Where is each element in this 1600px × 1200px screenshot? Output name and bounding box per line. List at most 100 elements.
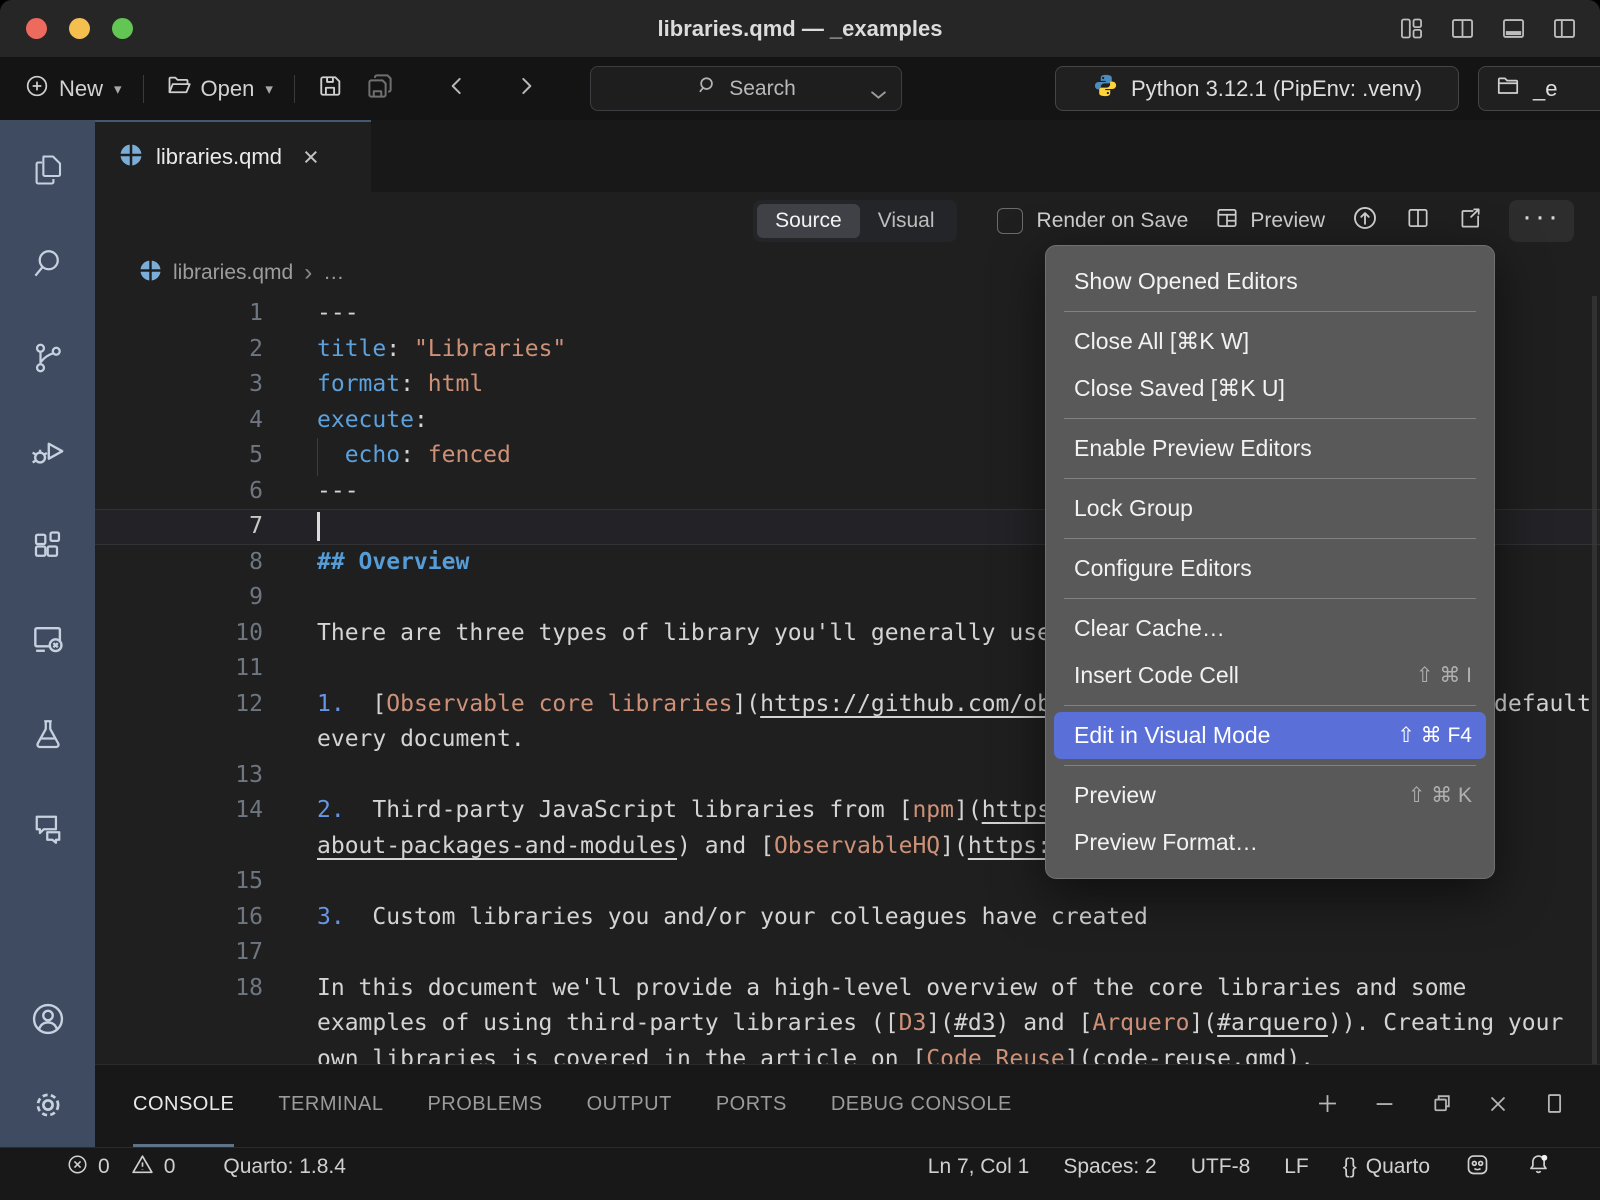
code-row[interactable]: 163. Custom libraries you and/or your co… xyxy=(95,900,1600,936)
minimize-panel-icon[interactable] xyxy=(1371,1090,1398,1122)
menu-separator xyxy=(1064,765,1476,766)
menu-item-insert-code-cell[interactable]: Insert Code Cell ⇧ ⌘ I xyxy=(1054,652,1486,699)
chat-icon[interactable] xyxy=(26,806,70,850)
extensions-icon[interactable] xyxy=(26,524,70,568)
quarto-version-status[interactable]: Quarto: 1.8.4 xyxy=(223,1155,346,1179)
maximize-panel-icon[interactable] xyxy=(1428,1090,1455,1122)
error-count: 0 xyxy=(98,1155,110,1179)
preview-button-label[interactable]: Preview xyxy=(1250,209,1325,233)
toolbar-divider xyxy=(294,75,295,103)
new-console-plus-icon[interactable] xyxy=(1314,1090,1341,1122)
menu-item-label: Configure Editors xyxy=(1074,555,1252,582)
menu-item-clear-cache[interactable]: Clear Cache… xyxy=(1054,605,1486,652)
menu-item-label: Preview Format… xyxy=(1074,829,1258,856)
plus-circle-icon xyxy=(24,73,50,105)
eol-status[interactable]: LF xyxy=(1284,1155,1309,1179)
settings-gear-icon[interactable] xyxy=(26,1083,70,1127)
cursor-position-status[interactable]: Ln 7, Col 1 xyxy=(928,1155,1030,1179)
render-on-save-checkbox[interactable] xyxy=(997,208,1023,234)
editor-scrollbar[interactable] xyxy=(1592,296,1597,1065)
menu-item-label: Close All [⌘K W] xyxy=(1074,328,1249,355)
menu-item-edit-in-visual-mode[interactable]: Edit in Visual Mode⇧ ⌘ F4 xyxy=(1054,712,1486,759)
tab-libraries-qmd[interactable]: libraries.qmd × xyxy=(95,120,371,192)
quarto-file-icon xyxy=(139,259,162,288)
menu-item-show-opened-editors[interactable]: Show Opened Editors xyxy=(1054,258,1486,305)
language-mode-status[interactable]: {} Quarto xyxy=(1343,1155,1430,1179)
source-mode-button[interactable]: Source xyxy=(757,204,860,238)
search-sidebar-icon[interactable] xyxy=(26,242,70,286)
line-number: 8 xyxy=(95,545,263,581)
close-panel-icon[interactable] xyxy=(1485,1091,1511,1122)
breadcrumb-more[interactable]: … xyxy=(323,261,344,285)
open-in-new-window-icon[interactable] xyxy=(1457,205,1483,237)
split-editor-layout-icon[interactable] xyxy=(1449,15,1476,42)
tab-close-icon[interactable]: × xyxy=(303,144,319,171)
more-actions-button[interactable]: ··· xyxy=(1509,200,1574,242)
problems-status[interactable]: 0 0 xyxy=(66,1152,175,1183)
menu-item-close-all-k-w[interactable]: Close All [⌘K W] xyxy=(1054,318,1486,365)
menu-item-label: Insert Code Cell xyxy=(1074,662,1239,689)
menu-separator xyxy=(1064,418,1476,419)
search-icon xyxy=(696,74,719,103)
navigate-forward-icon[interactable] xyxy=(513,73,539,105)
editor-actions-menu: Show Opened Editors Close All [⌘K W] Close… xyxy=(1045,245,1495,879)
code-row[interactable]: 18In this document we'll provide a high-… xyxy=(95,971,1600,1007)
search-scope-chevron-icon[interactable] xyxy=(870,83,887,107)
menu-item-shortcut: ⇧ ⌘ I xyxy=(1416,663,1472,688)
line-number: 1 xyxy=(95,296,263,332)
indentation-status[interactable]: Spaces: 2 xyxy=(1063,1155,1156,1179)
open-button[interactable]: Open ▾ xyxy=(165,72,273,105)
encoding-status[interactable]: UTF-8 xyxy=(1191,1155,1251,1179)
menu-item-enable-preview-editors[interactable]: Enable Preview Editors xyxy=(1054,425,1486,472)
warning-icon xyxy=(130,1152,155,1183)
menu-item-configure-editors[interactable]: Configure Editors xyxy=(1054,545,1486,592)
folder-icon xyxy=(1495,73,1521,105)
open-dropdown-caret-icon[interactable]: ▾ xyxy=(265,80,273,98)
panel-tab-debug-console[interactable]: DEBUG CONSOLE xyxy=(831,1065,1012,1147)
language-mode-label: Quarto xyxy=(1366,1155,1430,1179)
run-and-debug-icon[interactable] xyxy=(26,430,70,474)
toggle-secondary-sidebar-icon[interactable] xyxy=(1551,15,1578,42)
search-placeholder: Search xyxy=(729,77,796,101)
workspace-selector[interactable]: _e xyxy=(1478,66,1600,111)
panel-tab-terminal[interactable]: TERMINAL xyxy=(278,1065,383,1147)
search-input[interactable]: Search xyxy=(590,66,902,111)
save-icon[interactable] xyxy=(316,72,344,106)
menu-item-close-saved-k-u[interactable]: Close Saved [⌘K U] xyxy=(1054,365,1486,412)
customize-layout-icon[interactable] xyxy=(1398,15,1425,42)
toggle-panel-icon[interactable] xyxy=(1500,15,1527,42)
menu-item-shortcut: ⇧ ⌘ K xyxy=(1408,783,1472,808)
menu-item-lock-group[interactable]: Lock Group xyxy=(1054,485,1486,532)
navigate-back-icon[interactable] xyxy=(444,73,470,105)
explorer-icon[interactable] xyxy=(26,148,70,192)
panel-tab-output[interactable]: OUTPUT xyxy=(587,1065,672,1147)
window-title: libraries.qmd — _examples xyxy=(0,0,1600,57)
interpreter-selector[interactable]: Python 3.12.1 (PipEnv: .venv) xyxy=(1055,66,1459,111)
menu-item-label: Clear Cache… xyxy=(1074,615,1225,642)
save-all-icon[interactable] xyxy=(365,71,395,107)
panel-tab-console[interactable]: CONSOLE xyxy=(133,1065,234,1147)
publish-icon[interactable] xyxy=(1351,204,1379,238)
line-number: 5 xyxy=(95,438,263,474)
new-button[interactable]: New ▾ xyxy=(24,73,122,105)
testing-flask-icon[interactable] xyxy=(26,712,70,756)
feedback-icon[interactable] xyxy=(1464,1151,1491,1184)
menu-item-preview-format[interactable]: Preview Format… xyxy=(1054,819,1486,866)
line-number: 4 xyxy=(95,403,263,439)
menu-item-preview[interactable]: Preview⇧ ⌘ K xyxy=(1054,772,1486,819)
split-editor-icon[interactable] xyxy=(1405,205,1431,237)
remote-explorer-icon[interactable] xyxy=(26,618,70,662)
panel-tab-ports[interactable]: PORTS xyxy=(716,1065,787,1147)
panel-layout-icon[interactable] xyxy=(1541,1090,1568,1122)
visual-mode-button[interactable]: Visual xyxy=(860,204,953,238)
code-row[interactable]: own libraries is covered in the article … xyxy=(95,1042,1600,1066)
source-control-icon[interactable] xyxy=(26,336,70,380)
code-row[interactable]: 17 xyxy=(95,935,1600,971)
code-row[interactable]: examples of using third-party libraries … xyxy=(95,1006,1600,1042)
panel-tab-problems[interactable]: PROBLEMS xyxy=(427,1065,542,1147)
notifications-bell-icon[interactable] xyxy=(1525,1151,1552,1184)
new-dropdown-caret-icon[interactable]: ▾ xyxy=(114,80,122,98)
breadcrumb-file[interactable]: libraries.qmd xyxy=(173,261,293,285)
panel-tabs: CONSOLE TERMINAL PROBLEMS OUTPUT PORTS DEBUG … xyxy=(95,1065,1012,1147)
account-icon[interactable] xyxy=(26,997,70,1041)
